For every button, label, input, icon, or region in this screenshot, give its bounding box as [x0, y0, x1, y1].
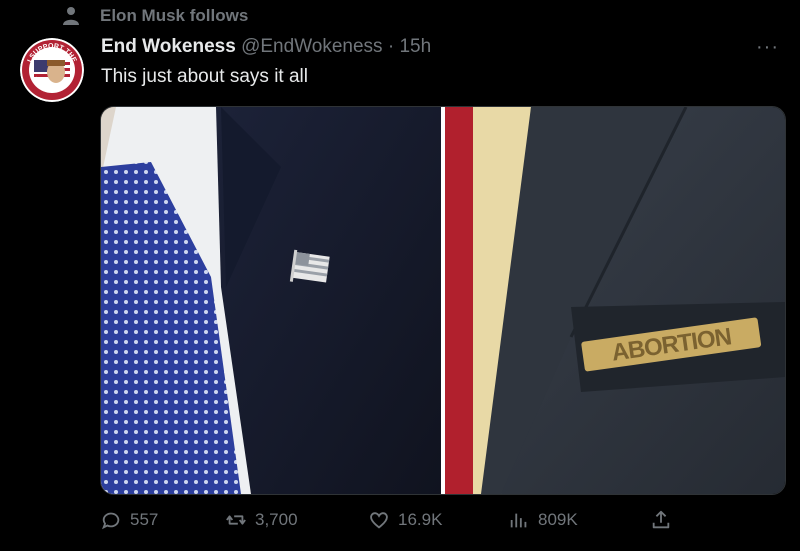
action-bar: 557 3,700 16.9K 809K: [100, 509, 680, 535]
views-icon: [510, 513, 527, 528]
avatar[interactable]: I SUPPORT THE FORMER THINGS: [20, 38, 84, 102]
separator-dot: ·: [387, 36, 395, 57]
timestamp[interactable]: 15h: [399, 36, 431, 57]
tweet-media[interactable]: ABORTION: [100, 106, 786, 495]
tweet-header: End Wokeness @EndWokeness · 15h: [101, 36, 431, 58]
views-count: 809K: [538, 510, 578, 529]
left-photo: [101, 107, 441, 494]
social-context-text: Elon Musk follows: [100, 6, 249, 25]
share-icon: [652, 510, 670, 529]
retweet-count: 3,700: [255, 510, 298, 529]
reply-count: 557: [130, 510, 159, 529]
heart-icon: [370, 512, 388, 529]
like-button[interactable]: 16.9K: [368, 509, 442, 531]
person-icon: [63, 7, 79, 25]
reply-button[interactable]: 557: [100, 509, 158, 531]
tweet-text: This just about says it all: [101, 66, 308, 87]
share-button[interactable]: [650, 509, 672, 531]
avatar-image: I SUPPORT THE FORMER THINGS: [20, 38, 84, 102]
views-button[interactable]: 809K: [508, 509, 578, 531]
retweet-icon: [226, 515, 246, 525]
retweet-button[interactable]: 3,700: [225, 509, 298, 531]
handle[interactable]: @EndWokeness: [241, 36, 382, 57]
reply-icon: [101, 512, 120, 530]
social-context: Elon Musk follows: [62, 6, 248, 26]
right-photo: ABORTION: [445, 107, 785, 494]
display-name[interactable]: End Wokeness: [101, 36, 236, 57]
like-count: 16.9K: [398, 510, 443, 529]
more-options-icon[interactable]: ···: [756, 36, 779, 59]
